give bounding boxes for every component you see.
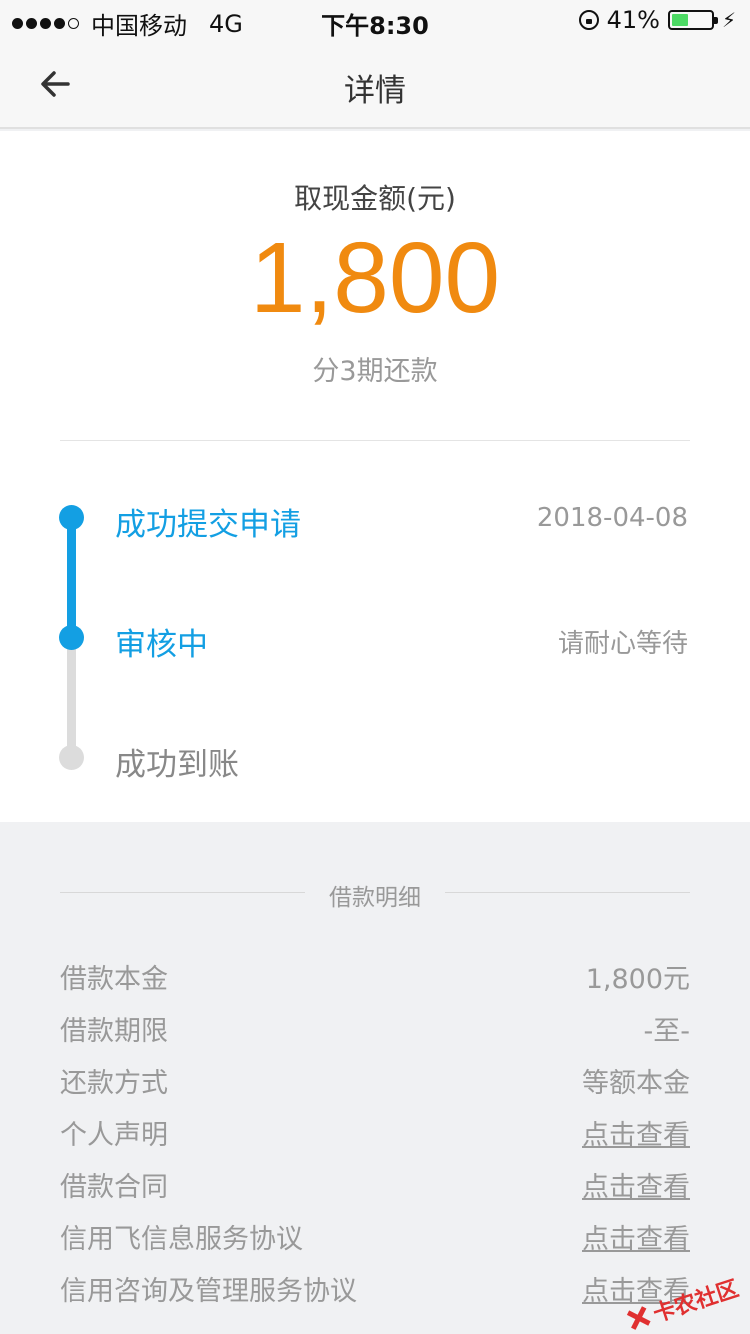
timeline-dot-submitted bbox=[59, 505, 84, 530]
section-title: 借款明细 bbox=[329, 885, 421, 911]
timeline-step-received: 成功到账 bbox=[115, 747, 239, 783]
page-title: 详情 bbox=[344, 73, 406, 109]
divider bbox=[445, 892, 690, 893]
row-value: 等额本金 bbox=[582, 1067, 690, 1099]
row-label: 信用咨询及管理服务协议 bbox=[60, 1275, 357, 1307]
detail-row-term: 借款期限 -至- bbox=[60, 1002, 690, 1054]
detail-row-loan-contract: 借款合同 点击查看 bbox=[60, 1158, 690, 1210]
detail-row-info-service-agreement: 信用飞信息服务协议 点击查看 bbox=[60, 1210, 690, 1262]
amount-value: 1,800 bbox=[249, 222, 501, 334]
row-label: 信用飞信息服务协议 bbox=[60, 1223, 303, 1255]
charging-icon: ⚡ bbox=[721, 8, 736, 32]
orientation-lock-icon bbox=[578, 10, 599, 30]
row-value: 1,800元 bbox=[585, 963, 690, 995]
timeline-step-note: 请耐心等待 bbox=[557, 629, 688, 659]
divider bbox=[60, 440, 690, 441]
row-label: 还款方式 bbox=[60, 1067, 168, 1099]
timeline-pending-line bbox=[67, 639, 76, 757]
battery-percent: 41% bbox=[606, 6, 660, 34]
row-label: 借款合同 bbox=[60, 1171, 168, 1203]
detail-row-personal-statement: 个人声明 点击查看 bbox=[60, 1106, 690, 1158]
nav-bar: 详情 bbox=[0, 40, 750, 129]
detail-rows: 借款本金 1,800元 借款期限 -至- 还款方式 等额本金 个人声明 点击查看… bbox=[60, 950, 690, 1314]
timeline-dot-reviewing bbox=[59, 625, 84, 650]
summary-card: 取现金额(元) 1,800 分3期还款 成功提交申请 2018-04-08 审核… bbox=[0, 131, 750, 822]
timeline-step-reviewing: 审核中 bbox=[115, 627, 208, 663]
row-value: -至- bbox=[643, 1015, 691, 1047]
status-bar: 中国移动 4G 下午8:30 41% ⚡ bbox=[0, 0, 750, 40]
timeline-step-submitted: 成功提交申请 bbox=[115, 507, 301, 543]
row-label: 借款期限 bbox=[60, 1015, 168, 1047]
section-header: 借款明细 bbox=[60, 878, 690, 911]
installment-info: 分3期还款 bbox=[312, 356, 438, 387]
row-label: 个人声明 bbox=[60, 1119, 168, 1151]
detail-row-repayment-method: 还款方式 等额本金 bbox=[60, 1054, 690, 1106]
battery-fill bbox=[671, 14, 688, 26]
detail-row-management-agreement: 信用咨询及管理服务协议 点击查看 bbox=[60, 1262, 690, 1314]
timeline-dot-received bbox=[59, 745, 84, 770]
battery-icon bbox=[667, 10, 718, 30]
status-right: 41% ⚡ bbox=[578, 6, 736, 34]
timeline-progress-line bbox=[67, 519, 76, 639]
view-personal-statement-link[interactable]: 点击查看 bbox=[582, 1113, 690, 1152]
row-label: 借款本金 bbox=[60, 963, 168, 995]
detail-row-principal: 借款本金 1,800元 bbox=[60, 950, 690, 1002]
timeline-step-date: 2018-04-08 bbox=[536, 503, 688, 533]
loan-details-section: 借款明细 借款本金 1,800元 借款期限 -至- 还款方式 等额本金 个人声明… bbox=[0, 822, 750, 1334]
view-info-service-agreement-link[interactable]: 点击查看 bbox=[582, 1217, 690, 1256]
amount-label: 取现金额(元) bbox=[294, 182, 456, 215]
view-loan-contract-link[interactable]: 点击查看 bbox=[582, 1165, 690, 1204]
